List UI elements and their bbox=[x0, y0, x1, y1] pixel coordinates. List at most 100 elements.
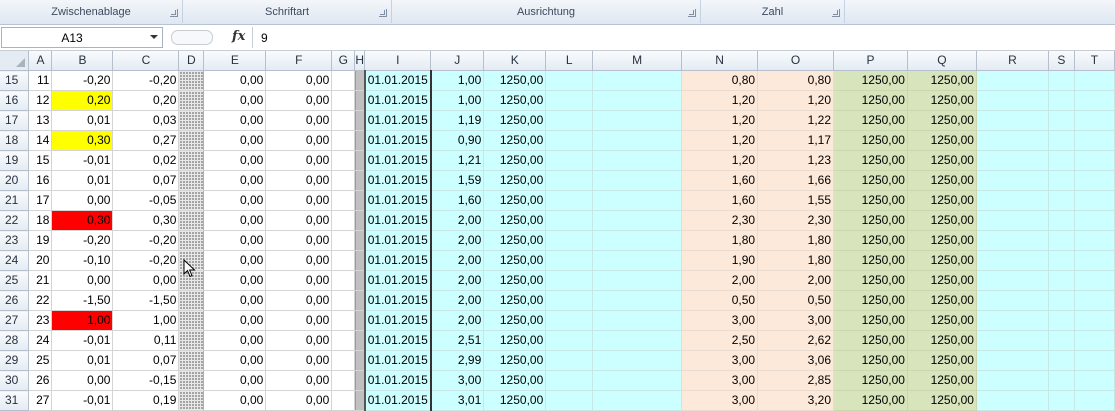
cell-o[interactable]: 1,80 bbox=[757, 230, 835, 251]
cell-a[interactable]: 24 bbox=[28, 330, 53, 351]
cell-l[interactable] bbox=[545, 330, 594, 351]
cell-g[interactable] bbox=[331, 310, 356, 331]
cell-p[interactable]: 1250,00 bbox=[833, 270, 908, 291]
cell-f[interactable]: 0,00 bbox=[265, 390, 333, 411]
row-header[interactable]: 25 bbox=[0, 270, 30, 291]
cell-j[interactable]: 2,51 bbox=[430, 330, 485, 351]
cell-h[interactable] bbox=[354, 210, 366, 231]
cell-n[interactable]: 1,90 bbox=[681, 250, 759, 271]
row-header[interactable]: 21 bbox=[0, 190, 30, 211]
cell-t[interactable] bbox=[1074, 350, 1115, 371]
cell-e[interactable]: 0,00 bbox=[203, 390, 267, 411]
column-header[interactable]: H bbox=[354, 51, 366, 71]
cell-q[interactable]: 1250,00 bbox=[907, 190, 977, 211]
cell-n[interactable]: 3,00 bbox=[681, 390, 759, 411]
row-header[interactable]: 16 bbox=[0, 90, 30, 111]
column-header[interactable]: T bbox=[1074, 51, 1115, 71]
formula-input[interactable]: 9 bbox=[252, 27, 1115, 48]
cell-a[interactable]: 27 bbox=[28, 390, 53, 411]
cell-p[interactable]: 1250,00 bbox=[833, 130, 908, 151]
cell-s[interactable] bbox=[1048, 90, 1075, 111]
cell-b[interactable]: 1,00 bbox=[51, 310, 114, 331]
cell-q[interactable]: 1250,00 bbox=[907, 170, 977, 191]
column-header[interactable]: D bbox=[178, 51, 205, 71]
cell-l[interactable] bbox=[545, 250, 594, 271]
row-header[interactable]: 27 bbox=[0, 310, 30, 331]
cell-n[interactable]: 1,20 bbox=[681, 150, 759, 171]
cell-p[interactable]: 1250,00 bbox=[833, 90, 908, 111]
cell-i[interactable]: 01.01.2015 bbox=[364, 230, 432, 251]
cell-t[interactable] bbox=[1074, 290, 1115, 311]
cell-n[interactable]: 1,60 bbox=[681, 190, 759, 211]
column-header[interactable]: Q bbox=[907, 51, 977, 71]
cell-o[interactable]: 0,50 bbox=[757, 290, 835, 311]
cell-a[interactable]: 26 bbox=[28, 370, 53, 391]
cell-q[interactable]: 1250,00 bbox=[907, 330, 977, 351]
cell-g[interactable] bbox=[331, 330, 356, 351]
cell-k[interactable]: 1250,00 bbox=[483, 70, 547, 91]
row-header[interactable]: 28 bbox=[0, 330, 30, 351]
cell-g[interactable] bbox=[331, 110, 356, 131]
row-header[interactable]: 20 bbox=[0, 170, 30, 191]
cell-i[interactable]: 01.01.2015 bbox=[364, 330, 432, 351]
cell-c[interactable]: -0,20 bbox=[112, 70, 180, 91]
cell-j[interactable]: 3,00 bbox=[430, 370, 485, 391]
cell-f[interactable]: 0,00 bbox=[265, 250, 333, 271]
row-header[interactable]: 18 bbox=[0, 130, 30, 151]
cell-c[interactable]: -0,05 bbox=[112, 190, 180, 211]
cell-o[interactable]: 1,23 bbox=[757, 150, 835, 171]
cell-k[interactable]: 1250,00 bbox=[483, 390, 547, 411]
cell-s[interactable] bbox=[1048, 310, 1075, 331]
column-header[interactable]: A bbox=[28, 51, 53, 71]
cell-m[interactable] bbox=[592, 90, 683, 111]
cell-a[interactable]: 12 bbox=[28, 90, 53, 111]
cell-a[interactable]: 19 bbox=[28, 230, 53, 251]
cell-l[interactable] bbox=[545, 350, 594, 371]
cell-e[interactable]: 0,00 bbox=[203, 210, 267, 231]
cell-g[interactable] bbox=[331, 350, 356, 371]
cell-b[interactable]: 0,01 bbox=[51, 110, 114, 131]
cell-c[interactable]: 0,00 bbox=[112, 270, 180, 291]
cell-j[interactable]: 1,59 bbox=[430, 170, 485, 191]
cell-o[interactable]: 0,80 bbox=[757, 70, 835, 91]
cell-l[interactable] bbox=[545, 310, 594, 331]
cell-d[interactable] bbox=[178, 350, 205, 371]
cell-g[interactable] bbox=[331, 190, 356, 211]
cell-g[interactable] bbox=[331, 370, 356, 391]
cell-s[interactable] bbox=[1048, 70, 1075, 91]
cell-r[interactable] bbox=[976, 370, 1049, 391]
cell-e[interactable]: 0,00 bbox=[203, 190, 267, 211]
cell-m[interactable] bbox=[592, 330, 683, 351]
cell-d[interactable] bbox=[178, 290, 205, 311]
name-box[interactable]: A13 bbox=[1, 27, 163, 48]
cell-n[interactable]: 3,00 bbox=[681, 370, 759, 391]
cell-h[interactable] bbox=[354, 170, 366, 191]
cell-j[interactable]: 2,00 bbox=[430, 270, 485, 291]
cell-e[interactable]: 0,00 bbox=[203, 350, 267, 371]
cell-t[interactable] bbox=[1074, 90, 1115, 111]
cell-c[interactable]: 0,11 bbox=[112, 330, 180, 351]
cell-p[interactable]: 1250,00 bbox=[833, 110, 908, 131]
cell-s[interactable] bbox=[1048, 150, 1075, 171]
cell-c[interactable]: 0,20 bbox=[112, 90, 180, 111]
cell-r[interactable] bbox=[976, 70, 1049, 91]
cell-b[interactable]: 0,20 bbox=[51, 90, 114, 111]
column-header[interactable]: E bbox=[203, 51, 267, 71]
cell-e[interactable]: 0,00 bbox=[203, 290, 267, 311]
cell-t[interactable] bbox=[1074, 170, 1115, 191]
cell-n[interactable]: 3,00 bbox=[681, 310, 759, 331]
cell-r[interactable] bbox=[976, 110, 1049, 131]
cell-p[interactable]: 1250,00 bbox=[833, 210, 908, 231]
cell-n[interactable]: 2,50 bbox=[681, 330, 759, 351]
cell-b[interactable]: 0,00 bbox=[51, 370, 114, 391]
cell-c[interactable]: 1,00 bbox=[112, 310, 180, 331]
cell-b[interactable]: -0,20 bbox=[51, 70, 114, 91]
cell-t[interactable] bbox=[1074, 230, 1115, 251]
cell-o[interactable]: 1,55 bbox=[757, 190, 835, 211]
cell-d[interactable] bbox=[178, 110, 205, 131]
row-header[interactable]: 23 bbox=[0, 230, 30, 251]
cell-h[interactable] bbox=[354, 250, 366, 271]
cell-m[interactable] bbox=[592, 290, 683, 311]
cell-f[interactable]: 0,00 bbox=[265, 130, 333, 151]
cell-e[interactable]: 0,00 bbox=[203, 170, 267, 191]
